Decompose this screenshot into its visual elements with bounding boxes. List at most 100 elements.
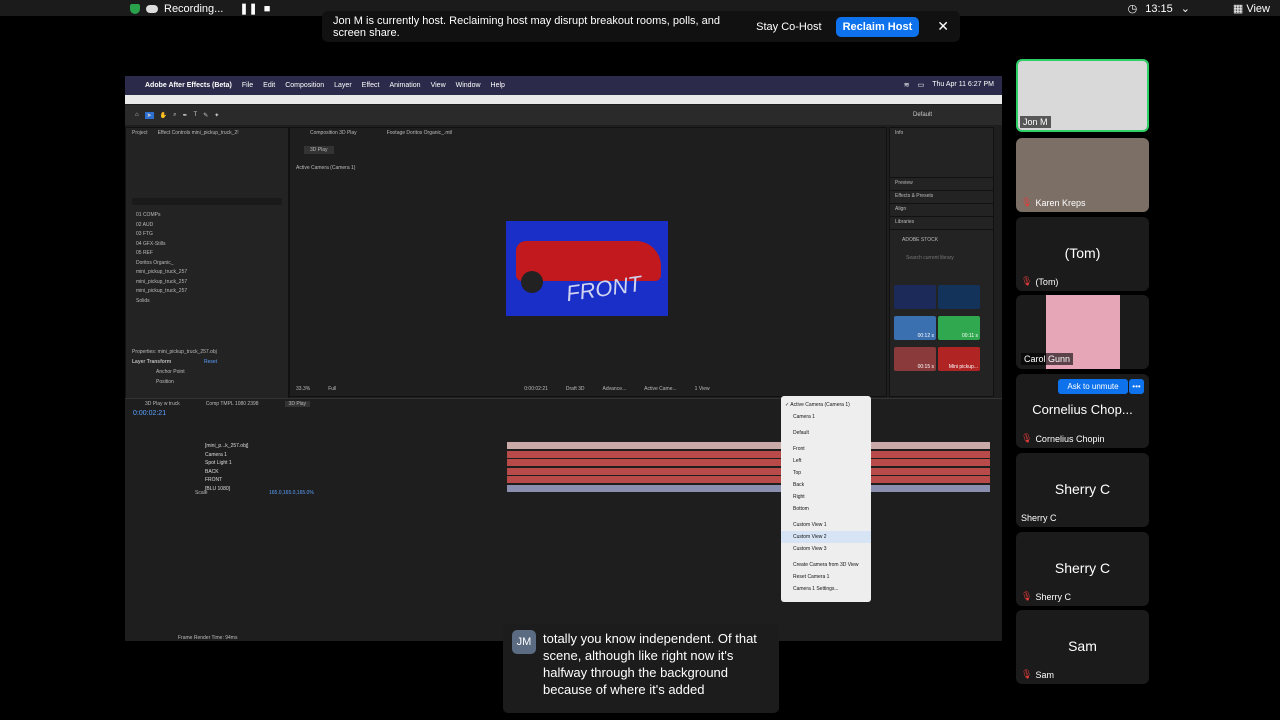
timeline-tab[interactable]: Comp TMPL 1080 2398 [206, 401, 259, 407]
camera-menu-item[interactable]: Camera 1 [781, 411, 871, 423]
zoom-tool-icon[interactable]: ⌕ [173, 112, 176, 119]
layer-track-bar[interactable] [507, 467, 990, 475]
project-item[interactable]: 02 AUD [126, 221, 288, 231]
menu-edit[interactable]: Edit [263, 82, 275, 89]
camera-menu-item[interactable]: Default [781, 427, 871, 439]
tab-effect-controls[interactable]: Effect Controls mini_pickup_truck_2! [158, 130, 239, 136]
menu-layer[interactable]: Layer [334, 82, 352, 89]
camera-menu-item[interactable]: Custom View 2 [781, 531, 871, 543]
layer-track-bar[interactable] [507, 459, 990, 467]
participant-tile[interactable]: Sam 🎙 Sam [1016, 610, 1149, 684]
ask-to-unmute-button[interactable]: Ask to unmute [1058, 379, 1128, 394]
text-tool-icon[interactable]: T [194, 112, 198, 118]
timeline-timecode[interactable]: 0:00:02:21 [133, 410, 166, 417]
participant-tile[interactable]: Sherry C 🎙 Sherry C [1016, 532, 1149, 606]
tab-footage[interactable]: Footage Doritos Organic_.mtl [387, 130, 452, 136]
stock-thumbnail[interactable]: 00:12 s [894, 316, 936, 340]
brush-tool-icon[interactable]: ✎ [203, 112, 208, 119]
workspace-label[interactable]: Default [913, 112, 932, 118]
right-panel-header[interactable]: Info [890, 128, 993, 178]
renderer-dropdown[interactable]: Advance... [603, 386, 627, 392]
project-item[interactable]: 03 FTG [126, 230, 288, 240]
view-layout-dropdown[interactable]: 1 View [695, 386, 710, 392]
chevron-down-icon[interactable]: ⌄ [1181, 2, 1190, 15]
home-icon[interactable]: ⌂ [135, 112, 139, 118]
stay-co-host-button[interactable]: Stay Co-Host [752, 18, 825, 36]
view-button[interactable]: ▦ View [1233, 2, 1270, 15]
tab-project[interactable]: Project [132, 130, 148, 136]
camera-menu-item[interactable]: Right [781, 491, 871, 503]
close-icon[interactable]: ✕ [937, 18, 949, 35]
layer-row[interactable]: FRONT [127, 476, 492, 484]
project-item[interactable]: mini_pickup_truck_257 [126, 287, 288, 297]
recording-indicator[interactable]: Recording... ❚❚ ■ [130, 2, 270, 15]
participant-tile[interactable]: Sherry C Sherry C [1016, 453, 1149, 527]
puppet-tool-icon[interactable]: ✦ [214, 112, 219, 119]
active-camera-dropdown[interactable]: Active Came... [644, 386, 677, 392]
participant-tile[interactable]: 🎙 Karen Kreps [1016, 138, 1149, 212]
stop-icon[interactable]: ■ [264, 3, 271, 15]
reset-button[interactable]: Reset [204, 359, 217, 365]
selection-tool-icon[interactable]: ➤ [144, 111, 154, 119]
camera-menu-item[interactable]: Front [781, 443, 871, 455]
project-item[interactable]: mini_pickup_truck_257 [126, 278, 288, 288]
layer-row[interactable]: Spot Light 1 [127, 459, 492, 467]
project-item[interactable]: 05 REF [126, 249, 288, 259]
camera-menu-item[interactable]: Reset Camera 1 [781, 571, 871, 583]
camera-menu-item[interactable]: ✓ Active Camera (Camera 1) [781, 399, 871, 411]
timeline-tab[interactable]: 3D Play [284, 401, 311, 407]
layer-row[interactable]: [mini_p...k_257.obj] [127, 442, 492, 450]
more-options-icon[interactable]: ••• [1129, 379, 1144, 394]
resolution-dropdown[interactable]: Full [328, 386, 336, 392]
layer-row[interactable]: Camera 1 [127, 451, 492, 459]
camera-menu-item[interactable]: Create Camera from 3D View [781, 559, 871, 571]
menu-composition[interactable]: Composition [285, 82, 324, 89]
timeline-tab[interactable]: 3D Play w truck [145, 401, 180, 407]
menu-view[interactable]: View [431, 82, 446, 89]
pen-tool-icon[interactable]: ✒ [183, 112, 188, 119]
menu-effect[interactable]: Effect [362, 82, 380, 89]
right-panel-header[interactable]: Align [890, 204, 993, 217]
stock-thumbnail[interactable]: 00:11 s [938, 316, 980, 340]
layer-track-bar[interactable] [507, 476, 990, 484]
layer-track-bar[interactable] [507, 442, 990, 449]
stock-thumbnail[interactable]: Mini pickup... [938, 347, 980, 371]
participant-tile[interactable]: Jon M [1016, 59, 1149, 132]
participant-tile[interactable]: Carol Gunn [1016, 295, 1149, 369]
battery-icon[interactable]: ▭ [918, 81, 925, 89]
project-item[interactable]: mini_pickup_truck_257 [126, 268, 288, 278]
app-name[interactable]: Adobe After Effects (Beta) [145, 82, 232, 89]
wifi-icon[interactable]: ≋ [904, 81, 910, 89]
reclaim-host-button[interactable]: Reclaim Host [835, 16, 920, 37]
menu-help[interactable]: Help [491, 82, 505, 89]
draft-3d-toggle[interactable]: Draft 3D [566, 386, 585, 392]
layer-track-bar[interactable] [507, 485, 990, 492]
hand-tool-icon[interactable]: ✋ [160, 112, 167, 119]
timecode-display[interactable]: 0:00:02:21 [524, 386, 548, 392]
tab-composition[interactable]: Composition 3D Play [310, 130, 357, 136]
menu-animation[interactable]: Animation [389, 82, 420, 89]
project-item[interactable]: Doritos Organic_ [126, 259, 288, 269]
project-item[interactable]: Solids [126, 297, 288, 307]
stock-thumbnail[interactable] [894, 285, 936, 309]
layer-row[interactable]: BACK [127, 468, 492, 476]
participant-tile[interactable]: (Tom) 🎙 (Tom) [1016, 217, 1149, 291]
camera-menu-item[interactable]: Camera 1 Settings... [781, 583, 871, 595]
project-search-input[interactable] [132, 198, 282, 205]
project-item[interactable]: 01 COMPs [126, 211, 288, 221]
menu-file[interactable]: File [242, 82, 253, 89]
right-panel-header[interactable]: Libraries [890, 217, 993, 230]
camera-menu-item[interactable]: Back [781, 479, 871, 491]
comp-subtab[interactable]: 3D Play [304, 146, 334, 154]
camera-menu-item[interactable]: Custom View 3 [781, 543, 871, 555]
stock-thumbnail[interactable] [938, 285, 980, 309]
right-panel-header[interactable]: Effects & Presets [890, 191, 993, 204]
library-search-input[interactable]: Search current library [906, 255, 954, 261]
camera-menu-item[interactable]: Custom View 1 [781, 519, 871, 531]
menu-window[interactable]: Window [456, 82, 481, 89]
stock-thumbnail[interactable]: 00:15 s [894, 347, 936, 371]
layer-track-bar[interactable] [507, 450, 990, 458]
camera-menu-item[interactable]: Top [781, 467, 871, 479]
pause-icon[interactable]: ❚❚ [239, 2, 257, 15]
project-item[interactable]: 04 GFX-Stills [126, 240, 288, 250]
